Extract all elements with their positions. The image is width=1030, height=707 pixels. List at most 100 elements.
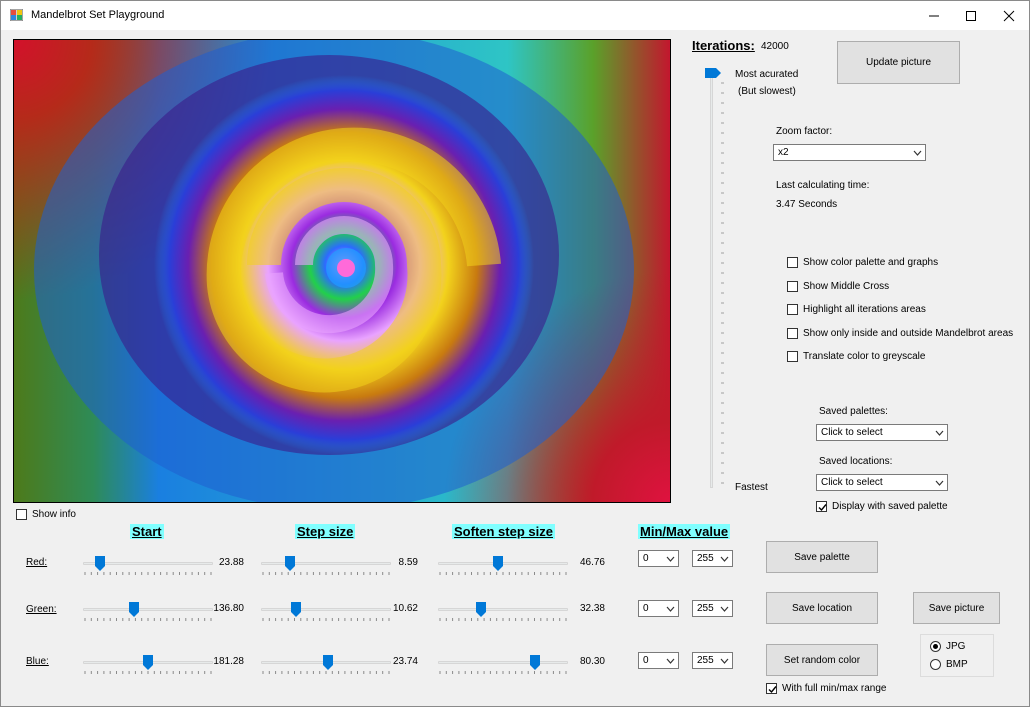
main-window: Mandelbrot Set Playground Show info Iter… — [0, 0, 1030, 707]
header-soften-step-size: Soften step size — [452, 524, 555, 539]
blue-start-slider-ticks — [84, 671, 212, 674]
green-step-slider-thumb[interactable] — [291, 602, 301, 617]
blue-step-value: 23.74 — [392, 656, 418, 667]
window-title: Mandelbrot Set Playground — [31, 9, 165, 21]
blue-min-value: 0 — [643, 655, 649, 666]
red-soften-slider-thumb[interactable] — [493, 556, 504, 571]
zoom-factor-select[interactable]: x2 — [773, 144, 926, 161]
header-min-max: Min/Max value — [638, 524, 731, 539]
option-greyscale[interactable]: Translate color to greyscale — [787, 351, 925, 362]
chevron-down-icon — [935, 480, 944, 486]
iterations-slider-thumb[interactable] — [705, 68, 722, 78]
fractal-image — [14, 40, 670, 502]
saved-locations-select[interactable]: Click to select — [816, 474, 948, 491]
option-middle-cross-box[interactable] — [787, 281, 798, 292]
green-start-slider-thumb[interactable] — [128, 602, 139, 617]
blue-min-select[interactable]: 0 — [638, 652, 679, 669]
iterations-label: Iterations: — [692, 38, 755, 53]
chevron-down-icon — [913, 150, 922, 156]
green-min-value: 0 — [643, 603, 649, 614]
chevron-down-icon — [935, 430, 944, 436]
green-max-select[interactable]: 255 — [692, 600, 733, 617]
full-range-checkbox[interactable]: With full min/max range — [766, 683, 886, 694]
green-soften-slider-thumb[interactable] — [476, 602, 487, 617]
blue-soften-value: 80.30 — [579, 656, 605, 667]
green-step-slider-track[interactable] — [261, 608, 391, 611]
save-picture-button[interactable]: Save picture — [913, 592, 1000, 624]
blue-step-slider-thumb[interactable] — [323, 655, 334, 670]
red-min-select[interactable]: 0 — [638, 550, 679, 567]
format-jpg-label: JPG — [946, 641, 966, 652]
green-start-slider-track[interactable] — [83, 608, 213, 611]
zoom-factor-label: Zoom factor: — [776, 126, 833, 137]
check-icon — [818, 504, 827, 512]
format-jpg-radio[interactable]: JPG — [930, 641, 965, 652]
option-inside-outside-box[interactable] — [787, 328, 798, 339]
green-min-select[interactable]: 0 — [638, 600, 679, 617]
option-middle-cross-label: Show Middle Cross — [803, 281, 890, 292]
show-info-box[interactable] — [16, 509, 27, 520]
blue-max-value: 255 — [697, 655, 714, 666]
title-bar[interactable]: Mandelbrot Set Playground — [1, 1, 1029, 30]
calc-time-value: 3.47 Seconds — [776, 199, 838, 210]
save-location-button[interactable]: Save location — [766, 592, 878, 624]
option-highlight-iterations-label: Highlight all iterations areas — [803, 304, 926, 315]
option-inside-outside[interactable]: Show only inside and outside Mandelbrot … — [787, 328, 1013, 339]
blue-start-slider-thumb[interactable] — [143, 655, 153, 670]
option-highlight-iterations[interactable]: Highlight all iterations areas — [787, 304, 926, 315]
saved-palettes-label: Saved palettes: — [819, 406, 888, 417]
blue-start-value: 181.28 — [213, 656, 244, 667]
green-soften-slider-track[interactable] — [438, 608, 568, 611]
fractal-picture[interactable] — [13, 39, 671, 503]
green-start-slider-ticks — [84, 618, 212, 621]
option-middle-cross[interactable]: Show Middle Cross — [787, 281, 889, 292]
blue-soften-slider-track[interactable] — [438, 661, 568, 664]
format-jpg-dot[interactable] — [930, 641, 941, 652]
calc-time-label: Last calculating time: — [776, 180, 870, 191]
update-picture-button[interactable]: Update picture — [837, 41, 960, 84]
chevron-down-icon — [666, 606, 675, 612]
close-icon — [1003, 10, 1015, 21]
show-info-checkbox[interactable]: Show info — [16, 509, 76, 520]
set-random-color-button[interactable]: Set random color — [766, 644, 878, 676]
option-show-palette-label: Show color palette and graphs — [803, 257, 939, 268]
minimize-button[interactable] — [915, 1, 953, 30]
display-saved-palette-checkbox[interactable]: Display with saved palette — [816, 501, 948, 512]
green-step-value: 10.62 — [392, 603, 418, 614]
maximize-button[interactable] — [952, 1, 990, 30]
iterations-top-sub: (But slowest) — [738, 86, 796, 97]
display-saved-palette-box[interactable] — [816, 501, 827, 512]
option-show-palette[interactable]: Show color palette and graphs — [787, 257, 938, 268]
format-bmp-radio[interactable]: BMP — [930, 659, 968, 670]
check-icon — [768, 686, 777, 694]
saved-locations-label: Saved locations: — [819, 456, 893, 467]
red-max-select[interactable]: 255 — [692, 550, 733, 567]
chevron-down-icon — [720, 606, 729, 612]
option-show-palette-box[interactable] — [787, 257, 798, 268]
zoom-factor-value: x2 — [778, 147, 789, 158]
option-highlight-iterations-box[interactable] — [787, 304, 798, 315]
save-palette-button[interactable]: Save palette — [766, 541, 878, 573]
green-label: Green: — [26, 604, 57, 615]
red-step-slider-thumb[interactable] — [285, 556, 295, 571]
red-start-slider-thumb[interactable] — [95, 556, 105, 571]
blue-max-select[interactable]: 255 — [692, 652, 733, 669]
close-button[interactable] — [990, 1, 1028, 30]
header-step-size: Step size — [295, 524, 356, 539]
iterations-value: 42000 — [761, 41, 789, 52]
iterations-ticks — [721, 82, 724, 484]
blue-soften-slider-thumb[interactable] — [530, 655, 541, 670]
iterations-bottom-label: Fastest — [735, 482, 768, 493]
format-bmp-dot[interactable] — [930, 659, 941, 670]
red-step-value: 8.59 — [398, 557, 418, 568]
chevron-down-icon — [720, 658, 729, 664]
option-inside-outside-label: Show only inside and outside Mandelbrot … — [803, 328, 1014, 339]
option-greyscale-box[interactable] — [787, 351, 798, 362]
iterations-slider-track[interactable] — [710, 68, 713, 488]
full-range-box[interactable] — [766, 683, 777, 694]
red-soften-slider-ticks — [439, 572, 567, 575]
saved-palettes-select[interactable]: Click to select — [816, 424, 948, 441]
green-soften-slider-ticks — [439, 618, 567, 621]
saved-locations-value: Click to select — [821, 477, 883, 488]
red-step-slider-track[interactable] — [261, 562, 391, 565]
